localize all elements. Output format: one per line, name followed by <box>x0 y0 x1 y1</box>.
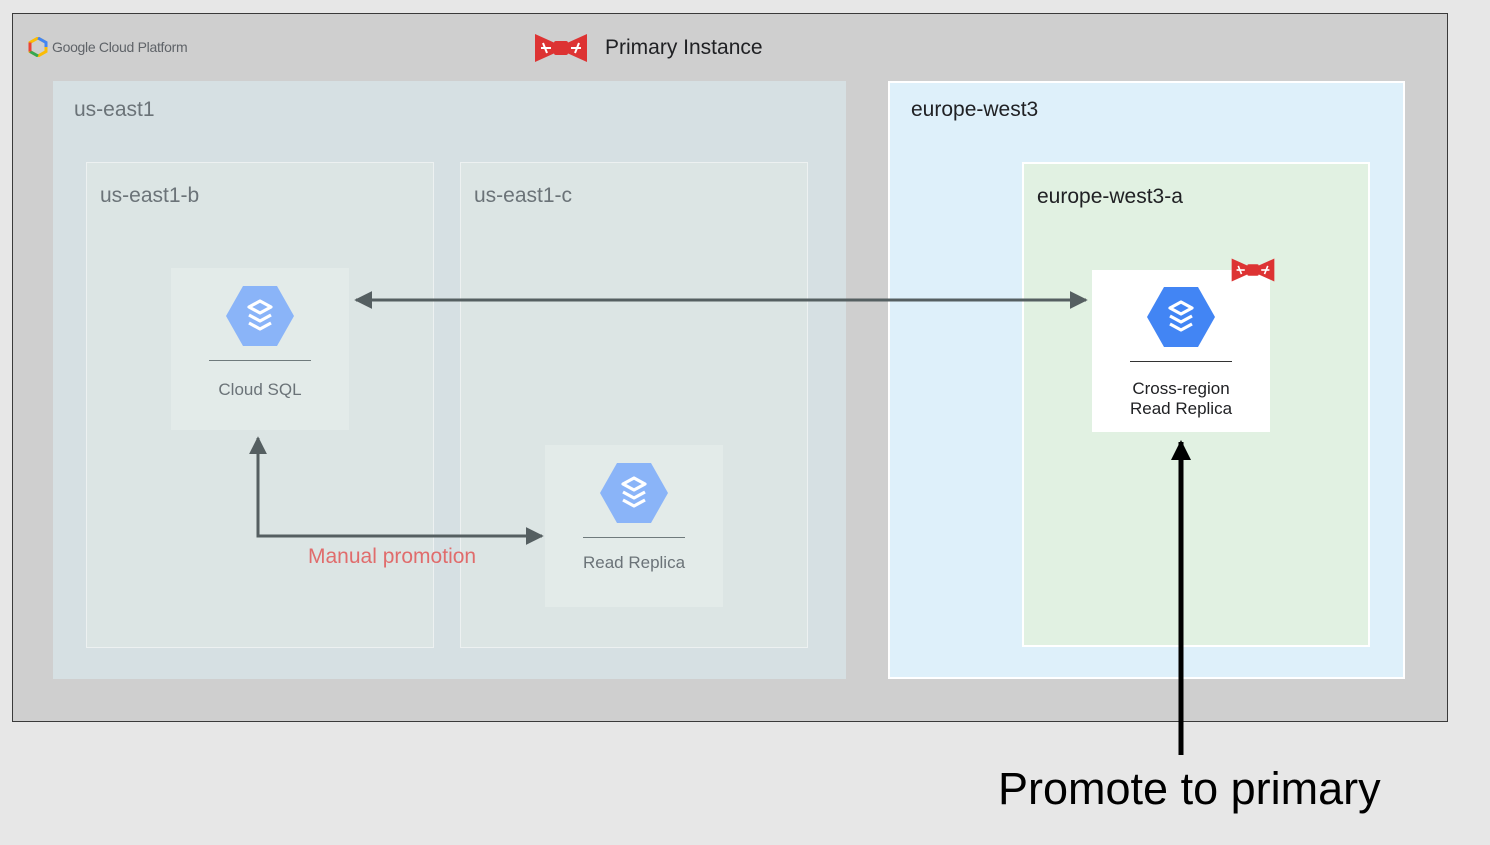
arrows-layer <box>249 291 1191 755</box>
manual-promotion-label: Manual promotion <box>308 545 477 568</box>
promote-to-primary-label: Promote to primary <box>998 763 1381 814</box>
manual-promotion-arrow <box>249 436 544 545</box>
